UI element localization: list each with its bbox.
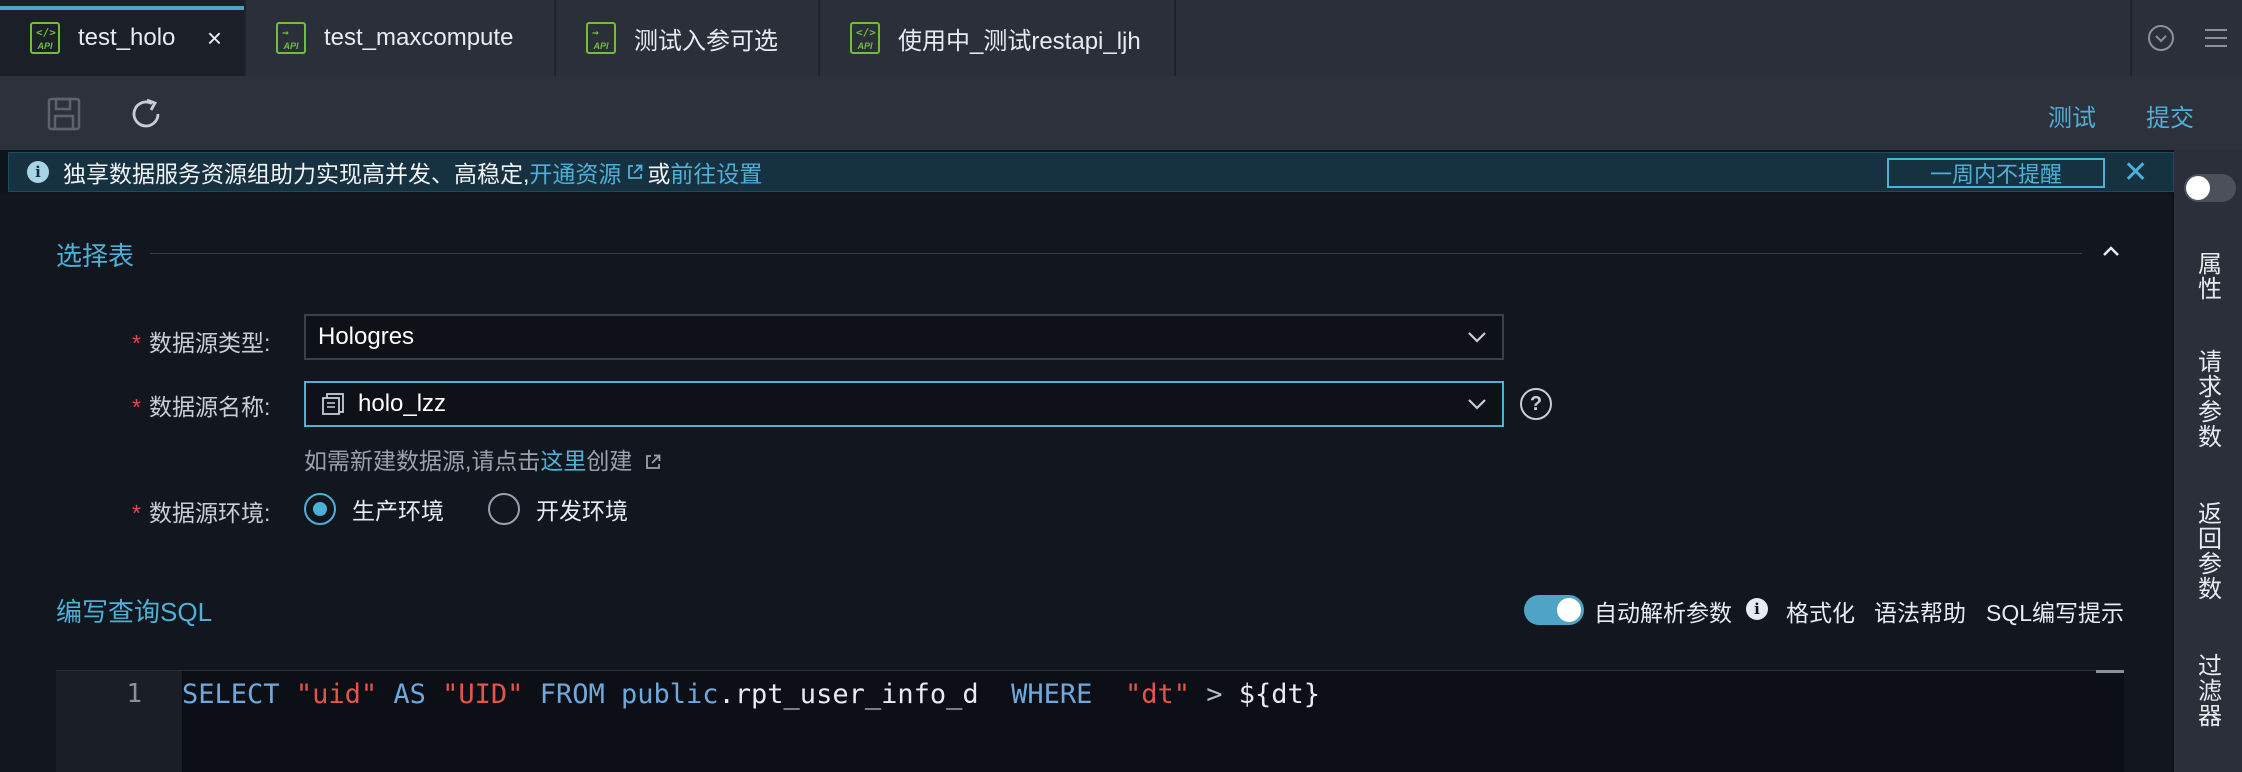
radio-dot bbox=[304, 493, 336, 525]
notice-or: 或 bbox=[647, 161, 671, 187]
notice-banner: i 独享数据服务资源组助力实现高并发、高稳定, 开通资源 或 前往设置 一周内不… bbox=[8, 152, 2174, 192]
close-icon[interactable]: ✕ bbox=[2123, 155, 2148, 190]
code-token: "dt" bbox=[1124, 679, 1190, 710]
code-token: WHERE bbox=[1011, 679, 1093, 710]
code-token: FROM bbox=[539, 679, 605, 710]
write-sql-title: 编写查询SQL bbox=[56, 597, 213, 627]
tab-test-holo[interactable]: </> API test_holo × bbox=[0, 0, 246, 76]
external-link-icon bbox=[628, 164, 643, 179]
code-token: "UID" bbox=[442, 679, 524, 710]
sidebar-item-request-params[interactable]: 请求参数 bbox=[2196, 350, 2224, 450]
tab-bar: </> API test_holo × → API test_maxcompute … bbox=[0, 0, 2242, 76]
tab-label: test_holo bbox=[78, 24, 176, 51]
code-token: SELECT bbox=[182, 679, 280, 710]
format-button[interactable]: 格式化 bbox=[1786, 594, 1855, 628]
sidebar-item-filter[interactable]: 过滤器 bbox=[2196, 654, 2224, 729]
code-token: ${dt} bbox=[1222, 679, 1321, 710]
tab-label: test_maxcompute bbox=[324, 24, 514, 51]
test-button[interactable]: 测试 bbox=[2048, 98, 2096, 133]
auto-parse-toggle[interactable] bbox=[1524, 595, 1584, 625]
tab-restapi-ljh[interactable]: </> API 使用中_测试restapi_ljh bbox=[820, 0, 1176, 76]
api-icon: → API bbox=[276, 22, 306, 54]
sidebar-toggle[interactable] bbox=[2184, 174, 2236, 202]
sidebar-item-properties[interactable]: 属性 bbox=[2196, 252, 2224, 302]
api-icon: </> API bbox=[30, 22, 60, 54]
tab-actions bbox=[2130, 0, 2242, 76]
datasource-name-label: * 数据源名称: bbox=[132, 394, 271, 420]
close-icon[interactable]: × bbox=[207, 23, 222, 54]
datasource-type-value: Hologres bbox=[318, 323, 415, 350]
create-datasource-hint: 如需新建数据源,请点击这里创建 bbox=[304, 442, 661, 476]
submit-button[interactable]: 提交 bbox=[2146, 98, 2194, 133]
code-token: public bbox=[620, 679, 719, 710]
collapse-chevron-icon[interactable] bbox=[2102, 244, 2120, 262]
datasource-name-select[interactable]: holo_lzz bbox=[304, 381, 1504, 427]
radio-dot bbox=[488, 493, 520, 525]
dont-remind-button[interactable]: 一周内不提醒 bbox=[1887, 158, 2105, 188]
tab-label: 使用中_测试restapi_ljh bbox=[898, 27, 1141, 55]
section-divider bbox=[150, 253, 2082, 254]
open-resource-link[interactable]: 开通资源 bbox=[529, 155, 621, 189]
external-link-icon bbox=[645, 454, 661, 469]
line-number: 1 bbox=[126, 679, 142, 709]
line-gutter: 1 bbox=[56, 671, 182, 772]
code-line[interactable]: SELECT "uid" AS "UID" FROM public.rpt_us… bbox=[182, 679, 1320, 710]
sql-tips-button[interactable]: SQL编写提示 bbox=[1986, 594, 2124, 628]
api-icon: </> API bbox=[850, 22, 880, 54]
code-token: > bbox=[1206, 679, 1223, 710]
env-development-radio[interactable]: 开发环境 bbox=[488, 492, 628, 526]
tab-optional-params-test[interactable]: → API 测试入参可选 bbox=[556, 0, 820, 76]
toolbar: 测试 提交 bbox=[0, 76, 2242, 150]
tab-test-maxcompute[interactable]: → API test_maxcompute bbox=[246, 0, 556, 76]
auto-parse-label: 自动解析参数 bbox=[1594, 600, 1732, 626]
api-icon: → API bbox=[586, 22, 616, 54]
env-production-radio[interactable]: 生产环境 bbox=[304, 492, 444, 526]
datasource-env-label: * 数据源环境: bbox=[132, 500, 271, 526]
refresh-icon[interactable] bbox=[126, 94, 166, 134]
datasource-type-select[interactable]: Hologres bbox=[304, 314, 1504, 360]
help-icon[interactable]: ? bbox=[1520, 388, 1552, 420]
code-token: .rpt_user_info_d bbox=[718, 679, 1012, 710]
notice-message: 独享数据服务资源组助力实现高并发、高稳定, bbox=[63, 161, 530, 187]
chevron-down-icon bbox=[1468, 332, 1486, 343]
sql-editor[interactable]: 1 SELECT "uid" AS "UID" FROM public.rpt_… bbox=[56, 670, 2124, 772]
tab-label: 测试入参可选 bbox=[634, 27, 778, 55]
chevron-down-circle-icon[interactable] bbox=[2147, 25, 2174, 51]
select-table-title: 选择表 bbox=[56, 241, 135, 271]
code-token: "uid" bbox=[295, 679, 378, 710]
datasource-type-label: * 数据源类型: bbox=[132, 330, 271, 356]
info-icon: i bbox=[27, 161, 49, 183]
datasource-name-value: holo_lzz bbox=[358, 390, 447, 417]
menu-icon[interactable] bbox=[2204, 29, 2227, 47]
syntax-help-button[interactable]: 语法帮助 bbox=[1874, 594, 1966, 628]
editor-scrollbar[interactable] bbox=[2096, 670, 2124, 673]
chevron-down-icon bbox=[1468, 399, 1486, 410]
code-token: AS bbox=[393, 679, 426, 710]
save-icon[interactable] bbox=[44, 94, 84, 134]
datasource-icon bbox=[322, 393, 344, 415]
create-here-link[interactable]: 这里 bbox=[540, 448, 586, 474]
sidebar-item-response-params[interactable]: 返回参数 bbox=[2196, 502, 2224, 602]
go-settings-link[interactable]: 前往设置 bbox=[670, 155, 762, 189]
info-icon[interactable]: i bbox=[1746, 598, 1768, 620]
